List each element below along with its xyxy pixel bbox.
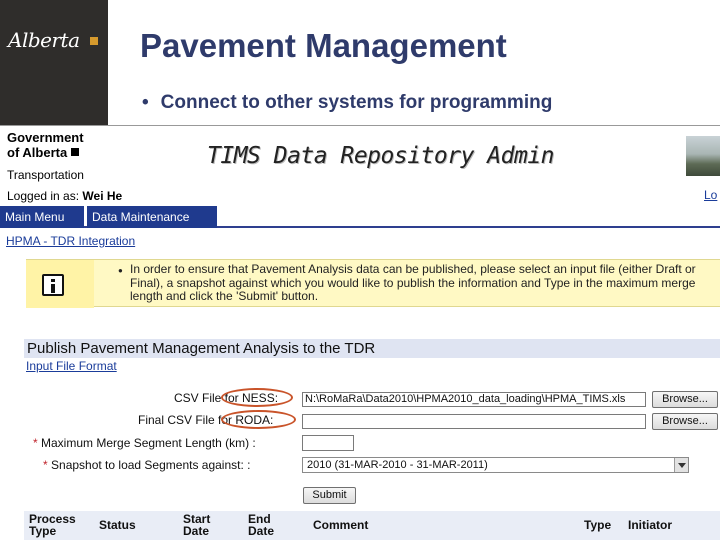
snapshot-value: 2010 (31-MAR-2010 - 31-MAR-2011)	[307, 459, 488, 471]
app-screenshot: Government of Alberta Transportation TIM…	[0, 125, 720, 540]
department-name: Transportation	[7, 168, 84, 182]
gov-line1: Government	[7, 130, 84, 145]
slide-title: Pavement Management	[140, 27, 507, 64]
gov-line2: of Alberta	[7, 145, 84, 160]
info-icon-box	[26, 260, 94, 308]
col-start-date[interactable]: Start Date	[183, 513, 210, 537]
final-csv-field[interactable]	[302, 414, 646, 429]
col-initiator[interactable]: Initiator	[628, 519, 672, 531]
logged-label: Logged in as:	[7, 189, 80, 203]
required-marker: *	[33, 436, 38, 450]
max-merge-field[interactable]	[302, 435, 354, 451]
section-header: Publish Pavement Management Analysis to …	[24, 339, 720, 358]
highlight-oval-roda	[221, 410, 296, 429]
highlight-oval-ness	[221, 388, 293, 407]
logout-link[interactable]: Lo	[704, 188, 717, 202]
csv-ness-field[interactable]: N:\RoMaRa\Data2010\HPMA2010_data_loading…	[302, 392, 646, 407]
max-merge-label: * Maximum Merge Segment Length (km) :	[33, 436, 256, 450]
col-process-type[interactable]: Process Type	[29, 513, 76, 537]
logged-user: Wei He	[82, 189, 123, 203]
brand-band: Alberta	[0, 0, 108, 125]
col-type[interactable]: Type	[584, 519, 611, 531]
col-status[interactable]: Status	[99, 519, 136, 531]
alberta-logo: Alberta	[8, 28, 80, 52]
header-photo	[686, 136, 720, 176]
logo-mark-icon	[90, 37, 98, 45]
snapshot-select[interactable]: 2010 (31-MAR-2010 - 31-MAR-2011)	[302, 457, 689, 473]
info-text: In order to ensure that Pavement Analysi…	[130, 262, 696, 303]
slide-bullet-text: Connect to other systems for programming	[160, 92, 553, 113]
gov-square-icon	[71, 148, 80, 156]
bullet-dot: •	[142, 92, 149, 113]
logged-in-status: Logged in as: Wei He	[7, 189, 122, 203]
info-icon	[42, 274, 64, 296]
tab-data-maintenance[interactable]: Data Maintenance	[87, 206, 217, 228]
app-title: TIMS Data Repository Admin	[207, 143, 555, 169]
browse-roda-button[interactable]: Browse...	[652, 413, 718, 430]
browse-ness-button[interactable]: Browse...	[652, 391, 718, 408]
info-bullet: ●	[118, 266, 123, 275]
tab-main-menu[interactable]: Main Menu	[0, 206, 84, 228]
info-message: ● In order to ensure that Pavement Analy…	[26, 259, 720, 308]
government-logo: Government of Alberta	[7, 130, 84, 160]
section-title: Publish Pavement Management Analysis to …	[27, 340, 376, 357]
slide-bullet: • Connect to other systems for programmin…	[142, 92, 552, 114]
snapshot-label: * Snapshot to load Segments against: :	[43, 458, 251, 472]
submit-button[interactable]: Submit	[303, 487, 356, 504]
breadcrumb[interactable]: HPMA - TDR Integration	[6, 234, 135, 248]
main-nav: Main Menu Data Maintenance	[0, 206, 720, 228]
chevron-down-icon[interactable]	[674, 458, 688, 472]
process-table-header: Process Type Status Start Date End Date Com…	[24, 511, 720, 540]
col-comment[interactable]: Comment	[313, 519, 368, 531]
col-end-date[interactable]: End Date	[248, 513, 274, 537]
input-file-format-link[interactable]: Input File Format	[26, 359, 117, 373]
required-marker: *	[43, 458, 48, 472]
